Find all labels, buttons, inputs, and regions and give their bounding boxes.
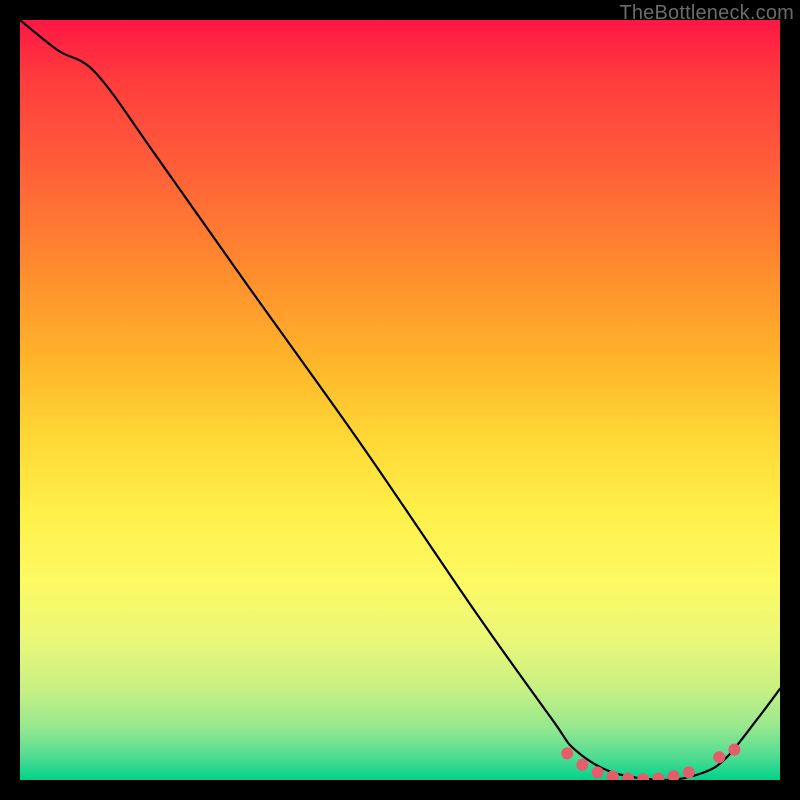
marker-dot bbox=[668, 770, 680, 780]
marker-dot bbox=[652, 773, 664, 781]
marker-dot bbox=[713, 751, 725, 763]
marker-dot bbox=[637, 773, 649, 780]
marker-dot bbox=[576, 759, 588, 771]
curve-layer bbox=[20, 20, 780, 780]
marker-dot bbox=[592, 766, 604, 778]
chart-frame: TheBottleneck.com bbox=[0, 0, 800, 800]
trough-markers bbox=[561, 744, 740, 780]
marker-dot bbox=[561, 747, 573, 759]
bottleneck-curve bbox=[20, 20, 780, 780]
marker-dot bbox=[728, 744, 740, 756]
marker-dot bbox=[622, 773, 634, 781]
marker-dot bbox=[683, 766, 695, 778]
watermark-text: TheBottleneck.com bbox=[619, 2, 794, 25]
plot-area bbox=[20, 20, 780, 780]
